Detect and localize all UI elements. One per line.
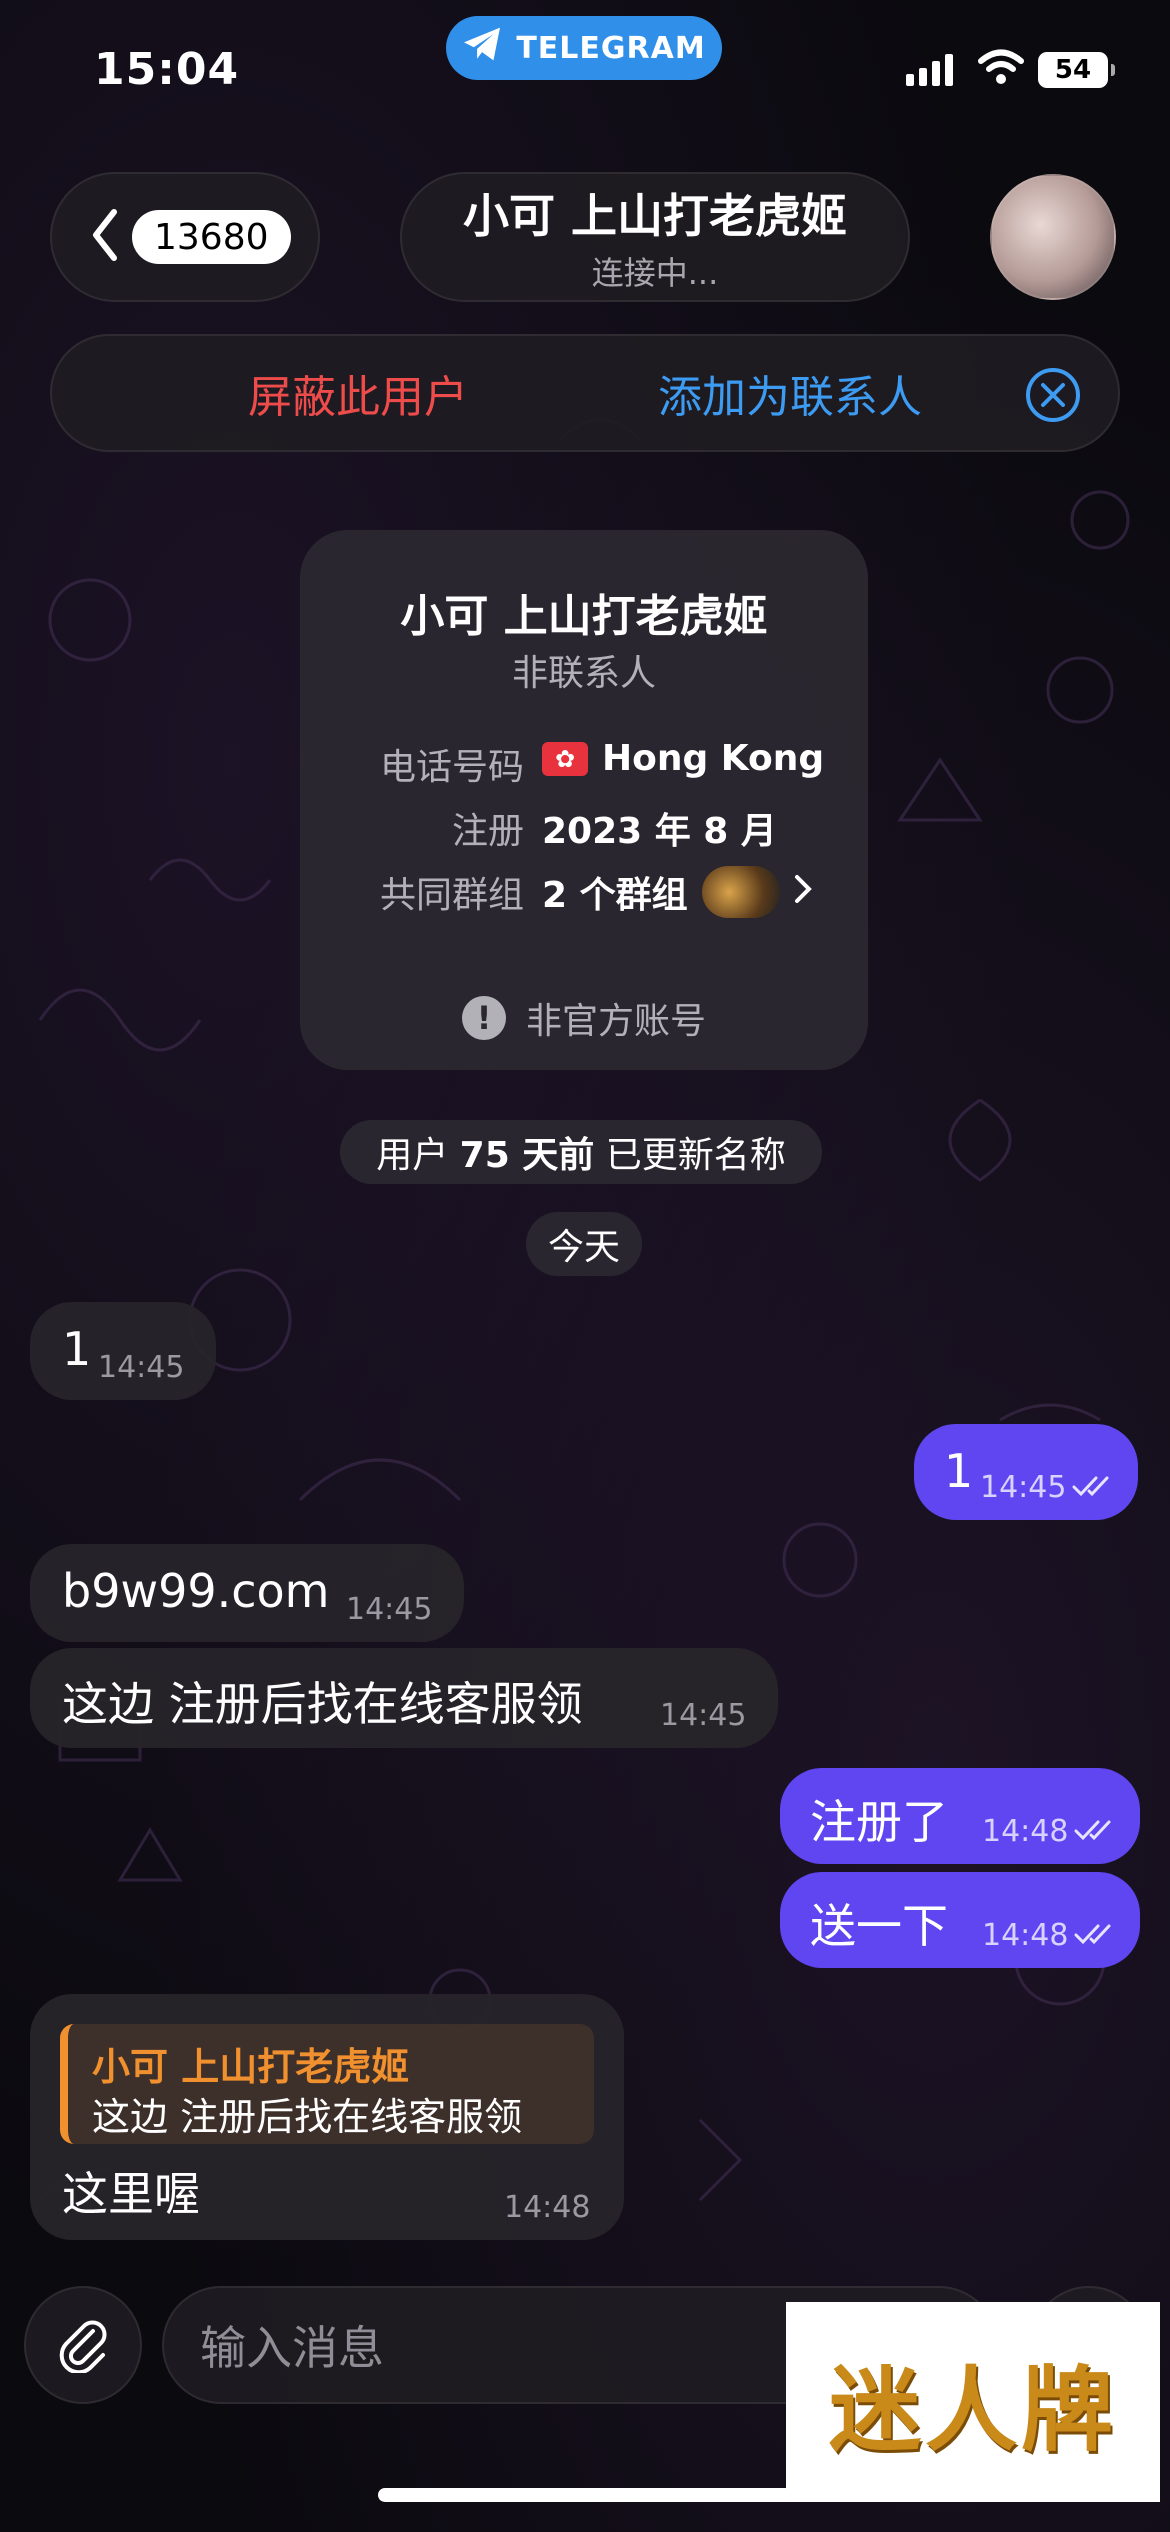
message-incoming-reply[interactable]: 小可 上山打老虎姬 这边 注册后找在线客服领 这里喔 14:48 [30, 1994, 624, 2240]
message-time-group: 14:48 [982, 1918, 1116, 1953]
message-time: 14:45 [98, 1350, 185, 1385]
phone-label: 电话号码 [379, 747, 524, 788]
official-note-text: 非官方账号 [525, 1001, 706, 1042]
message-time-group: 14:48 [982, 1814, 1116, 1849]
message-text: 这里喔 [62, 2167, 200, 2221]
double-check-icon [1074, 1814, 1116, 1849]
back-button[interactable]: 13680 [50, 172, 320, 302]
phone-row: 电话号码 ✿ Hong Kong [300, 738, 868, 788]
contact-action-bar: 屏蔽此用户 添加为联系人 [50, 334, 1120, 452]
battery-level: 54 [1054, 55, 1092, 85]
watermark-text: 迷人牌 [828, 2355, 1117, 2464]
groups-label: 共同群组 [379, 875, 524, 916]
chevron-right-icon [794, 872, 812, 913]
registered-value: 2023 年 8 月 [542, 811, 777, 852]
date-label: 今天 [547, 1227, 620, 1268]
message-text: 1 [62, 1322, 92, 1376]
block-user-button[interactable]: 屏蔽此用户 [248, 361, 468, 425]
paper-plane-icon [462, 26, 502, 70]
name-updated-suffix: 已更新名称 [594, 1135, 786, 1176]
paperclip-icon [53, 2313, 113, 2377]
common-groups-row[interactable]: 共同群组 2 个群组 [300, 866, 868, 918]
message-incoming[interactable]: 1 14:45 [30, 1302, 216, 1400]
message-time-group: 14:45 [980, 1470, 1114, 1505]
registered-label: 注册 [451, 811, 524, 852]
app-pill-label: TELEGRAM [516, 30, 706, 66]
message-outgoing[interactable]: 1 14:45 [914, 1424, 1138, 1520]
phone-value: Hong Kong [602, 738, 825, 779]
message-time: 14:45 [980, 1470, 1067, 1505]
message-time: 14:45 [346, 1592, 433, 1627]
phone-value-group: ✿ Hong Kong [542, 738, 824, 779]
info-card-name: 小可 上山打老虎姬 [400, 591, 768, 642]
chevron-left-icon [90, 208, 120, 266]
add-contact-button[interactable]: 添加为联系人 [658, 361, 922, 425]
message-time: 14:48 [504, 2190, 591, 2225]
exclamation-circle-icon: ! [461, 996, 506, 1040]
message-outgoing[interactable]: 注册了 14:48 [780, 1768, 1140, 1864]
double-check-icon [1072, 1470, 1114, 1505]
message-link-text[interactable]: b9w99.com [62, 1564, 330, 1618]
registered-row: 注册 2023 年 8 月 [300, 802, 868, 852]
message-input-placeholder: 输入消息 [200, 2321, 384, 2375]
home-indicator[interactable] [378, 2488, 792, 2502]
message-text: 注册了 [810, 1795, 948, 1849]
unofficial-account-note: ! 非官方账号 [300, 992, 868, 1044]
reply-quote-author: 小可 上山打老虎姬 [92, 2045, 410, 2089]
connection-status: 连接中... [591, 254, 719, 292]
reply-quote-text: 这边 注册后找在线客服领 [92, 2095, 523, 2139]
message-outgoing[interactable]: 送一下 14:48 [780, 1872, 1140, 1968]
info-card-subtitle: 非联系人 [511, 653, 656, 694]
message-text: 1 [944, 1444, 974, 1498]
avatar[interactable] [990, 174, 1116, 300]
message-incoming[interactable]: b9w99.com 14:45 [30, 1544, 464, 1642]
message-text: 这边 注册后找在线客服领 [62, 1677, 583, 1731]
message-incoming[interactable]: 这边 注册后找在线客服领 14:45 [30, 1648, 778, 1748]
message-text: 送一下 [810, 1899, 948, 1953]
watermark-logo: 迷人牌 [786, 2302, 1160, 2502]
attach-button[interactable] [24, 2286, 142, 2404]
message-time: 14:48 [982, 1814, 1069, 1849]
name-updated-prefix: 用户 [376, 1135, 460, 1176]
battery-indicator: 54 [1038, 52, 1115, 88]
double-check-icon [1074, 1918, 1116, 1953]
user-info-card: 小可 上山打老虎姬 非联系人 电话号码 ✿ Hong Kong 注册 2023 … [300, 530, 868, 1070]
status-time: 15:04 [94, 44, 240, 95]
chat-title-button[interactable]: 小可 上山打老虎姬 连接中... [400, 172, 910, 302]
chat-title: 小可 上山打老虎姬 [462, 189, 847, 243]
hong-kong-flag-icon: ✿ [542, 741, 588, 776]
group-thumbnail [701, 866, 780, 918]
message-time: 14:48 [982, 1918, 1069, 1953]
reply-quote[interactable]: 小可 上山打老虎姬 这边 注册后找在线客服领 [60, 2024, 594, 2144]
name-updated-days: 75 天前 [459, 1135, 595, 1176]
wifi-icon [978, 48, 1024, 90]
close-icon[interactable] [1024, 366, 1082, 435]
groups-value: 2 个群组 [542, 875, 688, 916]
date-separator: 今天 [526, 1212, 642, 1276]
cellular-signal-icon [906, 52, 953, 86]
telegram-app-pill[interactable]: TELEGRAM [446, 16, 722, 80]
name-updated-notice: 用户 75 天前 已更新名称 [340, 1120, 822, 1184]
message-time: 14:45 [660, 1698, 747, 1733]
unread-count-badge: 13680 [132, 210, 291, 264]
chat-screen: 15:04 TELEGRAM 54 13680 小可 上山打老虎姬 连接中...… [0, 0, 1170, 2532]
groups-value-group: 2 个群组 [542, 866, 812, 918]
